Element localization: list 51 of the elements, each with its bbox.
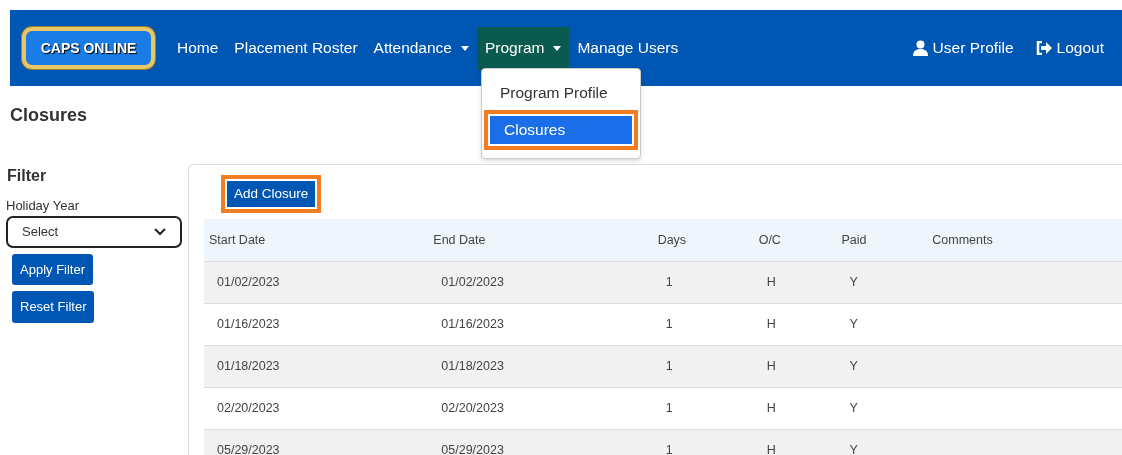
table-cell: 01/16/2023 bbox=[441, 316, 504, 331]
nav-link[interactable]: Manage Users bbox=[569, 26, 687, 70]
table-cell: Y bbox=[849, 358, 858, 373]
filter-button[interactable]: Apply Filter bbox=[12, 253, 94, 285]
column-header: Start Date bbox=[204, 219, 429, 262]
nav-link[interactable]: Home bbox=[169, 26, 227, 70]
table-cell: 01/02/2023 bbox=[217, 274, 280, 289]
dropdown-item[interactable]: Program Profile bbox=[484, 77, 638, 109]
table-cell: 1 bbox=[665, 442, 673, 455]
table-cell: H bbox=[766, 274, 776, 289]
column-header: Comments bbox=[927, 219, 1122, 262]
logout-icon bbox=[1035, 41, 1052, 55]
chevron-icon bbox=[154, 227, 166, 236]
nav-link[interactable]: Program bbox=[477, 26, 570, 70]
user-icon bbox=[912, 40, 928, 56]
dropdown-item[interactable]: Closures bbox=[484, 110, 638, 150]
table-cell: Y bbox=[849, 400, 858, 415]
table-cell: 01/18/2023 bbox=[441, 358, 504, 373]
table-cell: 1 bbox=[665, 316, 673, 331]
select-field[interactable]: Select bbox=[6, 215, 182, 248]
add-button[interactable]: Add Closure bbox=[221, 175, 322, 214]
field-label: Holiday Year bbox=[6, 197, 80, 215]
table-cell: 01/02/2023 bbox=[441, 274, 504, 289]
nav-link[interactable]: Attendance bbox=[365, 26, 477, 70]
table-cell: 1 bbox=[665, 400, 673, 415]
nav-link[interactable]: User Profile bbox=[904, 26, 1022, 70]
table-cell: Y bbox=[849, 442, 858, 455]
column-header: End Date bbox=[428, 219, 653, 262]
page-title: Closures bbox=[10, 104, 88, 127]
column-header: O/C bbox=[753, 219, 837, 262]
table-cell: H bbox=[766, 442, 776, 455]
table-cell: 05/29/2023 bbox=[441, 442, 504, 455]
nav-link[interactable]: Placement Roster bbox=[226, 26, 366, 70]
table-cell: 05/29/2023 bbox=[217, 442, 280, 455]
table-cell: H bbox=[766, 400, 776, 415]
table-cell: 1 bbox=[665, 274, 673, 289]
table-cell: H bbox=[766, 358, 776, 373]
table-cell: 01/16/2023 bbox=[217, 316, 280, 331]
column-header: Paid bbox=[836, 219, 928, 262]
table-cell: Y bbox=[849, 316, 858, 331]
filter-title: Filter bbox=[7, 166, 48, 186]
filter-button[interactable]: Reset Filter bbox=[12, 291, 95, 323]
table-cell: H bbox=[766, 316, 776, 331]
table-cell: 1 bbox=[665, 358, 673, 373]
nav-link[interactable]: Logout bbox=[1027, 26, 1112, 70]
table-cell: Y bbox=[849, 274, 858, 289]
logo[interactable]: CAPS ONLINE bbox=[22, 27, 155, 69]
column-header: Days bbox=[652, 219, 754, 262]
table-cell: 01/18/2023 bbox=[217, 358, 280, 373]
table-cell: 02/20/2023 bbox=[441, 400, 504, 415]
table-cell: 02/20/2023 bbox=[217, 400, 280, 415]
